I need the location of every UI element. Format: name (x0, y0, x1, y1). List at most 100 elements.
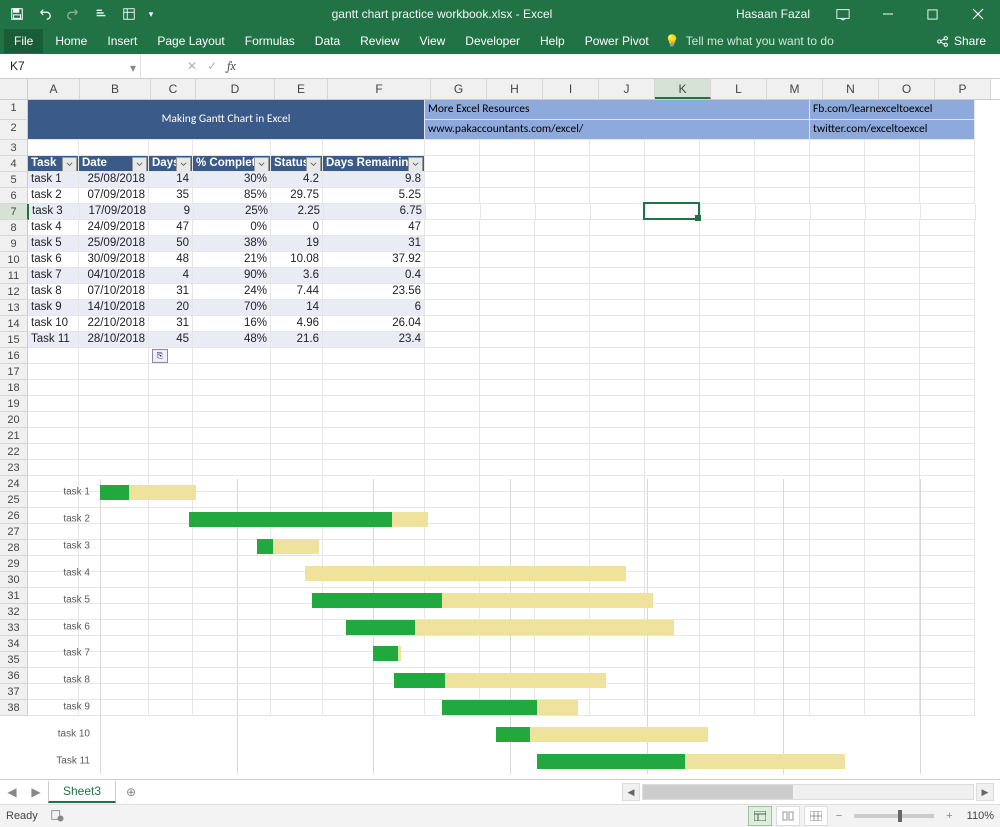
row-header-17[interactable]: 17 (0, 364, 28, 380)
col-header-A[interactable]: A (28, 79, 80, 99)
table-cell[interactable]: 9 (150, 204, 194, 220)
table-cell[interactable]: 7.44 (271, 284, 323, 300)
col-header-F[interactable]: F (328, 79, 431, 99)
col-header-H[interactable]: H (487, 79, 543, 99)
filter-dropdown-icon[interactable] (408, 157, 423, 172)
table-cell[interactable]: 20 (149, 300, 193, 316)
table-cell[interactable]: 14 (271, 300, 323, 316)
table-cell[interactable]: 31 (323, 236, 425, 252)
redo-icon[interactable] (60, 2, 86, 26)
row-header-10[interactable]: 10 (0, 252, 28, 268)
row-header-23[interactable]: 23 (0, 460, 28, 476)
table-cell[interactable]: 30% (193, 172, 271, 188)
share-button[interactable]: Share (936, 34, 996, 48)
table-header[interactable]: Date (79, 156, 149, 172)
fx-icon[interactable]: fx (227, 59, 236, 73)
filter-dropdown-icon[interactable] (306, 157, 321, 172)
table-cell[interactable]: 17/09/2018 (80, 204, 150, 220)
filter-dropdown-icon[interactable] (62, 157, 77, 172)
table-cell[interactable]: 3.6 (271, 268, 323, 284)
tell-me-box[interactable]: 💡 Tell me what you want to do (665, 34, 834, 48)
tab-data[interactable]: Data (305, 29, 350, 53)
row-header-33[interactable]: 33 (0, 620, 28, 636)
col-header-M[interactable]: M (767, 79, 823, 99)
table-cell[interactable]: 37.92 (323, 252, 425, 268)
table-cell[interactable]: task 2 (28, 188, 79, 204)
table-cell[interactable]: 25/08/2018 (79, 172, 149, 188)
table-cell[interactable]: 14 (149, 172, 193, 188)
table-cell[interactable]: 31 (149, 316, 193, 332)
tab-file[interactable]: File (4, 29, 43, 53)
table-cell[interactable]: 0 (271, 220, 323, 236)
table-cell[interactable]: 16% (193, 316, 271, 332)
table-cell[interactable]: 30/09/2018 (79, 252, 149, 268)
row-header-32[interactable]: 32 (0, 604, 28, 620)
table-cell[interactable]: 47 (323, 220, 425, 236)
col-header-L[interactable]: L (711, 79, 767, 99)
table-cell[interactable]: 21% (193, 252, 271, 268)
row-header-16[interactable]: 16 (0, 348, 28, 364)
table-cell[interactable]: 85% (193, 188, 271, 204)
row-header-30[interactable]: 30 (0, 572, 28, 588)
formula-input[interactable] (246, 54, 1000, 78)
table-cell[interactable]: 14/10/2018 (79, 300, 149, 316)
table-cell[interactable]: 50 (149, 236, 193, 252)
row-header-14[interactable]: 14 (0, 316, 28, 332)
table-cell[interactable]: Task 11 (28, 332, 79, 348)
table-cell[interactable]: task 3 (29, 204, 80, 220)
tab-view[interactable]: View (410, 29, 456, 53)
table-cell[interactable]: 2.25 (272, 204, 324, 220)
table-header[interactable]: Days Remaining (323, 156, 425, 172)
ribbon-options-icon[interactable] (820, 0, 865, 28)
row-header-26[interactable]: 26 (0, 508, 28, 524)
view-normal-button[interactable] (748, 806, 772, 826)
filter-dropdown-icon[interactable] (176, 157, 191, 172)
qat-dropdown-icon[interactable]: ▾ (144, 2, 158, 26)
col-header-K[interactable]: K (655, 79, 711, 99)
row-header-1[interactable]: 1 (0, 100, 28, 120)
row-header-11[interactable]: 11 (0, 268, 28, 284)
row-header-4[interactable]: 4 (0, 156, 28, 172)
view-pagebreak-button[interactable] (804, 806, 828, 826)
table-header[interactable]: Task (28, 156, 79, 172)
table-cell[interactable]: 4.2 (271, 172, 323, 188)
row-header-3[interactable]: 3 (0, 140, 28, 156)
table-cell[interactable]: 23.4 (323, 332, 425, 348)
row-header-35[interactable]: 35 (0, 652, 28, 668)
row-header-20[interactable]: 20 (0, 412, 28, 428)
table-cell[interactable]: 0% (193, 220, 271, 236)
signed-in-user[interactable]: Hasaan Fazal (726, 7, 820, 21)
table-cell[interactable]: task 1 (28, 172, 79, 188)
pivot-icon[interactable] (116, 2, 142, 26)
col-header-B[interactable]: B (80, 79, 151, 99)
table-cell[interactable]: 4 (149, 268, 193, 284)
row-header-13[interactable]: 13 (0, 300, 28, 316)
col-header-P[interactable]: P (935, 79, 991, 99)
enter-icon[interactable]: ✓ (207, 59, 217, 73)
minimize-button[interactable] (865, 0, 910, 28)
table-cell[interactable]: 25/09/2018 (79, 236, 149, 252)
table-cell[interactable]: 25% (194, 204, 272, 220)
table-cell[interactable]: 24/09/2018 (79, 220, 149, 236)
cancel-icon[interactable]: ✕ (187, 59, 197, 73)
chevron-down-icon[interactable]: ▾ (130, 61, 136, 75)
table-cell[interactable]: 70% (193, 300, 271, 316)
table-cell[interactable]: 0.4 (323, 268, 425, 284)
row-header-9[interactable]: 9 (0, 236, 28, 252)
table-header[interactable]: Status (271, 156, 323, 172)
filter-dropdown-icon[interactable] (254, 157, 269, 172)
table-cell[interactable]: 4.96 (271, 316, 323, 332)
table-cell[interactable]: 04/10/2018 (79, 268, 149, 284)
row-header-38[interactable]: 38 (0, 700, 28, 716)
row-header-27[interactable]: 27 (0, 524, 28, 540)
row-header-25[interactable]: 25 (0, 492, 28, 508)
sort-icon[interactable] (88, 2, 114, 26)
paste-options-icon[interactable]: ⎘ (149, 348, 193, 364)
col-header-J[interactable]: J (599, 79, 655, 99)
col-header-I[interactable]: I (543, 79, 599, 99)
table-cell[interactable]: 07/10/2018 (79, 284, 149, 300)
scroll-left-icon[interactable]: ◀ (622, 783, 640, 801)
scroll-right-icon[interactable]: ▶ (976, 783, 994, 801)
tab-review[interactable]: Review (350, 29, 409, 53)
row-header-37[interactable]: 37 (0, 684, 28, 700)
